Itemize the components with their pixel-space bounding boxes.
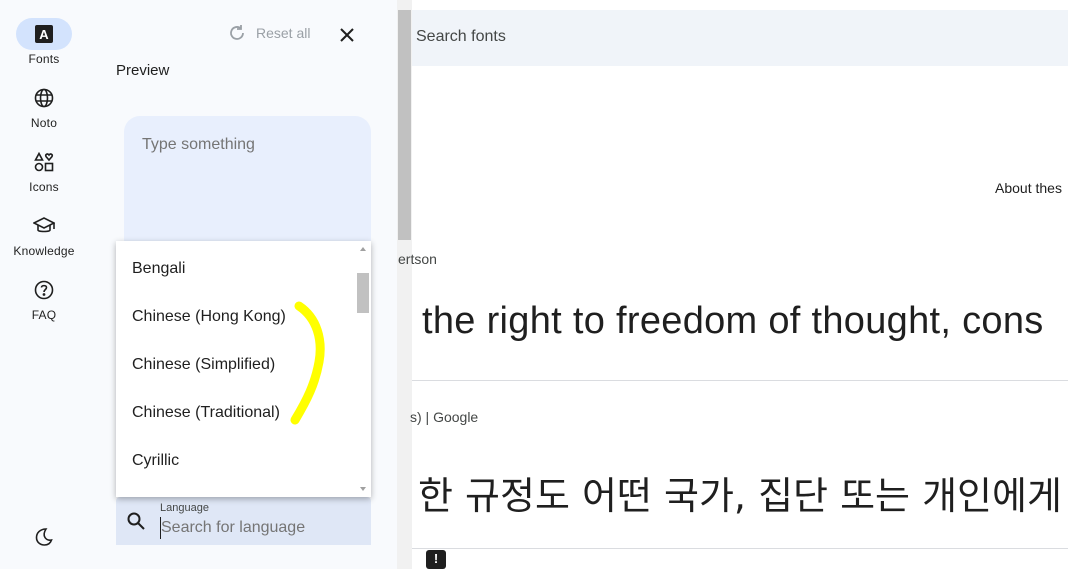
close-panel-button[interactable]	[336, 24, 358, 46]
dropdown-scrollbar-thumb[interactable]	[357, 273, 369, 313]
rail-label: Fonts	[28, 52, 60, 66]
fonts-icon: A	[16, 18, 72, 50]
highlight-annotation	[290, 301, 325, 425]
rail-label: Knowledge	[13, 244, 75, 258]
preview-title: Preview	[116, 62, 170, 79]
panel-scrollbar-thumb[interactable]	[398, 10, 411, 240]
help-icon	[16, 274, 72, 306]
language-option[interactable]: Bengali	[132, 260, 185, 278]
scroll-down-icon[interactable]	[360, 487, 366, 491]
font-search-bar[interactable]: Search fonts	[412, 10, 1068, 66]
language-search-field[interactable]: Language	[116, 497, 371, 545]
reset-all-label: Reset all	[256, 25, 311, 41]
school-icon	[16, 210, 72, 242]
rail-item-fonts[interactable]: A Fonts	[0, 18, 88, 66]
font-designer: ertson	[398, 251, 437, 267]
rail-item-knowledge[interactable]: Knowledge	[0, 210, 88, 258]
svg-text:A: A	[39, 27, 49, 42]
reset-all-button[interactable]: Reset all	[228, 24, 310, 42]
font-sample-text[interactable]: 한 규정도 어떤 국가, 집단 또는 개인에게	[418, 465, 1062, 520]
font-search-placeholder: Search fonts	[416, 28, 506, 45]
rail-item-noto[interactable]: Noto	[0, 82, 88, 130]
dark-mode-icon	[16, 521, 72, 553]
refresh-icon	[230, 25, 244, 40]
rail-label: Noto	[30, 116, 58, 130]
search-icon	[127, 512, 145, 530]
rail-label: FAQ	[31, 308, 57, 322]
language-search-input[interactable]	[160, 517, 360, 539]
divider	[412, 380, 1068, 381]
theme-toggle-button[interactable]	[0, 521, 88, 553]
about-link[interactable]: About thes	[995, 180, 1062, 196]
language-option[interactable]: Chinese (Traditional)	[132, 404, 280, 422]
language-option[interactable]: Chinese (Hong Kong)	[132, 308, 286, 326]
shapes-icon	[16, 146, 72, 178]
divider	[412, 548, 1068, 549]
feedback-icon[interactable]: !	[426, 550, 446, 569]
language-option[interactable]: Chinese (Simplified)	[132, 356, 275, 374]
language-label: Language	[160, 502, 209, 514]
rail-label: Icons	[29, 180, 59, 194]
rail-item-icons[interactable]: Icons	[0, 146, 88, 194]
navigation-rail: A Fonts Noto Icons Knowledge FAQ	[0, 0, 92, 569]
language-option[interactable]: Cyrillic	[132, 452, 179, 470]
scroll-up-icon[interactable]	[360, 247, 366, 251]
font-meta: s) | Google	[410, 409, 479, 425]
font-sample-text[interactable]: the right to freedom of thought, cons	[422, 300, 1044, 343]
globe-icon	[16, 82, 72, 114]
close-icon	[340, 28, 354, 42]
preview-text-input[interactable]	[124, 116, 371, 256]
rail-item-faq[interactable]: FAQ	[0, 274, 88, 322]
